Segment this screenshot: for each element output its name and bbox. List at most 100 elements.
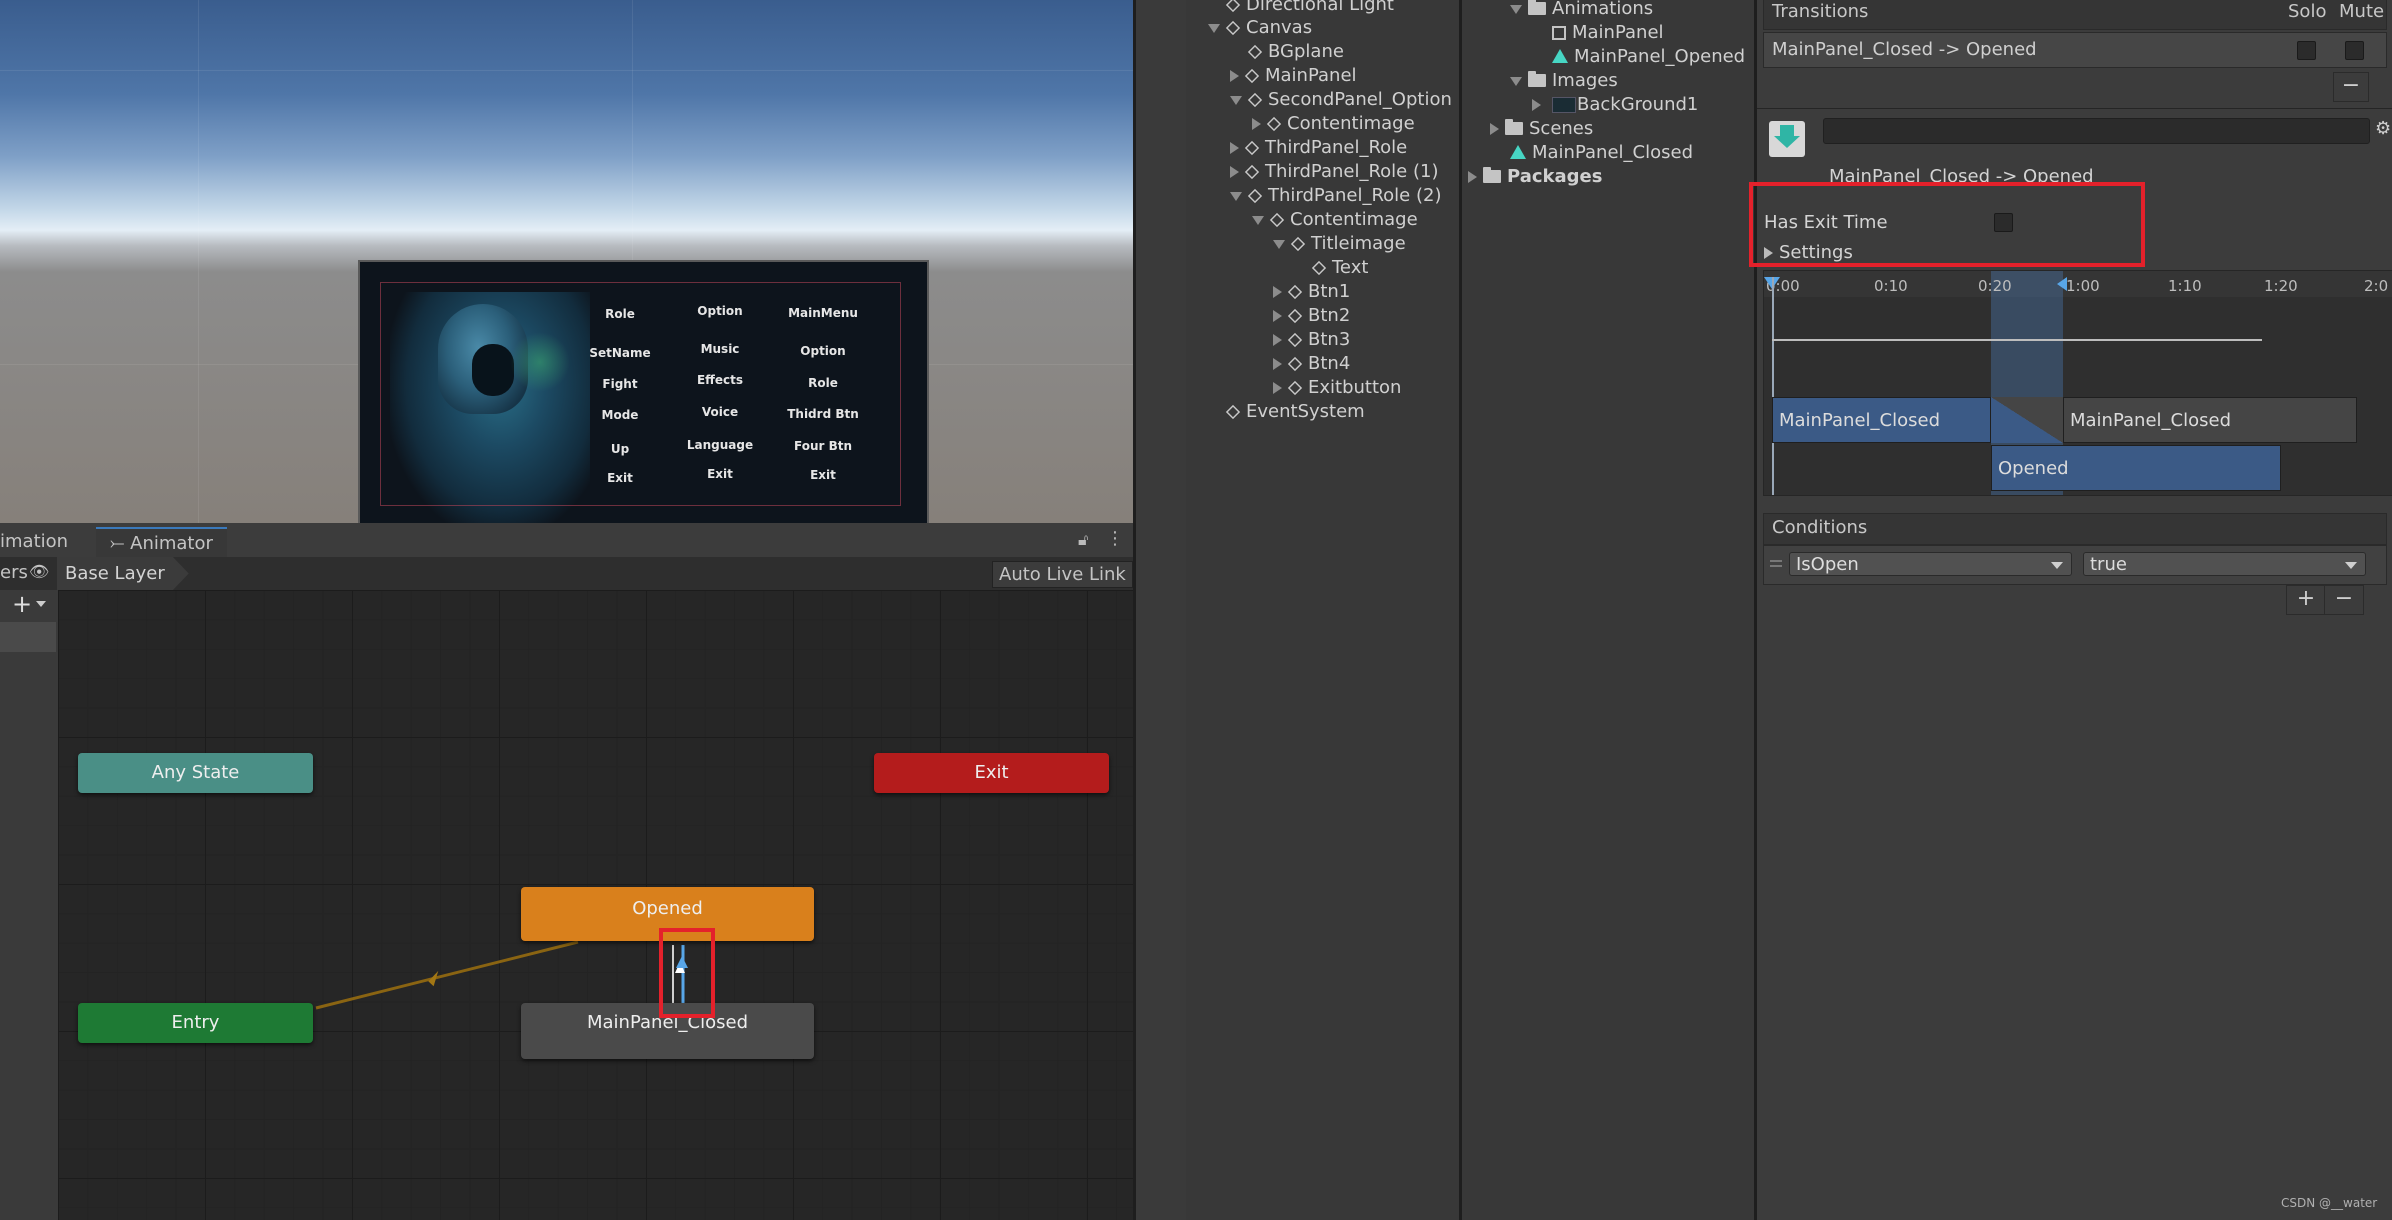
dest-clip-bar[interactable]: Opened (1991, 445, 2281, 491)
folder-icon (1505, 119, 1523, 135)
expand-icon[interactable] (1252, 118, 1261, 130)
source-clip-bar-2[interactable]: MainPanel_Closed (2063, 397, 2357, 443)
expand-icon[interactable] (1468, 171, 1477, 183)
tab-animation[interactable]: imation (0, 527, 82, 557)
condition-row[interactable]: IsOpen true (1763, 545, 2387, 585)
hierarchy-item[interactable]: ThirdPanel_Role (2) (1230, 185, 1441, 207)
expand-icon[interactable] (1273, 358, 1282, 370)
add-layer-button[interactable]: + (12, 590, 32, 618)
hierarchy-item[interactable]: Contentimage (1252, 209, 1418, 231)
project-item[interactable]: Animations (1510, 0, 1653, 20)
expand-icon[interactable] (1230, 166, 1239, 178)
kebab-menu-icon[interactable]: ⋮ (1106, 528, 1124, 549)
playhead-line (1772, 277, 1774, 495)
hierarchy-item[interactable]: Btn1 (1273, 281, 1350, 303)
project-item[interactable]: BackGround1 (1532, 94, 1698, 116)
gameobject-icon (1287, 308, 1303, 324)
scene-view[interactable]: Role SetName Fight Mode Up Exit Option M… (0, 0, 1133, 523)
hierarchy-item[interactable]: BGplane (1247, 41, 1344, 63)
ruler-tick: 0:10 (1874, 277, 1908, 295)
menu-col2-item: Language (686, 438, 754, 452)
separator (1757, 108, 2392, 109)
add-condition-button[interactable]: + (2286, 585, 2326, 615)
auto-live-link-button[interactable]: Auto Live Link (992, 561, 1133, 588)
gameobject-icon (1287, 284, 1303, 300)
transition-row[interactable]: MainPanel_Closed -> Opened (1763, 32, 2387, 68)
expand-icon[interactable] (1490, 123, 1499, 135)
node-any-state[interactable]: Any State (78, 753, 313, 793)
tab-animator[interactable]: ⤚ Animator (96, 527, 227, 559)
expand-icon[interactable] (1273, 334, 1282, 346)
expand-icon[interactable] (1230, 70, 1239, 82)
expand-icon[interactable] (1510, 76, 1522, 86)
inspector-panel: Transitions Solo Mute MainPanel_Closed -… (1749, 0, 2392, 1220)
remove-condition-button[interactable]: − (2324, 585, 2364, 615)
gear-icon[interactable]: ⚙ (2375, 118, 2391, 139)
chevron-down-icon[interactable] (36, 601, 46, 607)
hierarchy-panel: Directional Light Canvas BGplane MainPan… (1186, 0, 1459, 1220)
expand-icon[interactable] (1273, 310, 1282, 322)
expand-icon[interactable] (1532, 99, 1541, 111)
layers-label[interactable]: ers (0, 562, 28, 583)
project-item[interactable]: MainPanel_Closed (1510, 142, 1693, 164)
project-item[interactable]: Scenes (1490, 118, 1593, 140)
hierarchy-item[interactable]: EventSystem (1225, 401, 1365, 423)
hierarchy-item[interactable]: Btn4 (1273, 353, 1350, 375)
expand-icon[interactable] (1273, 286, 1282, 298)
gameobject-icon (1287, 380, 1303, 396)
transition-row-label: MainPanel_Closed -> Opened (1772, 39, 2037, 60)
gameobject-icon (1225, 0, 1241, 13)
hierarchy-item[interactable]: Directional Light (1225, 0, 1394, 16)
breadcrumb-base-layer[interactable]: Base Layer (57, 557, 189, 590)
entry-transition-line (315, 940, 579, 1010)
project-item[interactable]: MainPanel_Opened (1552, 46, 1745, 68)
project-item[interactable]: MainPanel (1552, 22, 1664, 44)
eye-icon[interactable]: 👁︎ (29, 562, 51, 584)
hierarchy-item[interactable]: Contentimage (1252, 113, 1415, 135)
condition-value-dropdown[interactable]: true (2083, 552, 2366, 576)
menu-col2-item: Option (697, 304, 743, 318)
hierarchy-item[interactable]: Text (1311, 257, 1368, 279)
layer-row-selected[interactable] (0, 622, 56, 652)
hierarchy-item[interactable]: Exitbutton (1273, 377, 1401, 399)
expand-icon[interactable] (1208, 23, 1220, 33)
menu-col1-item: Mode (601, 408, 639, 422)
hierarchy-item[interactable]: Btn2 (1273, 305, 1350, 327)
transition-name-field[interactable] (1823, 118, 2370, 144)
mute-checkbox[interactable] (2345, 41, 2364, 60)
hierarchy-item[interactable]: ThirdPanel_Role (1) (1230, 161, 1438, 183)
lock-icon[interactable]: 🔓︎ (1078, 530, 1088, 550)
hierarchy-item[interactable]: MainPanel (1230, 65, 1357, 87)
remove-transition-button[interactable]: − (2333, 72, 2369, 102)
menu-col2-item: Voice (701, 405, 739, 419)
menu-col3-item: Four Btn (793, 439, 853, 453)
project-item[interactable]: Packages (1468, 166, 1602, 188)
node-exit[interactable]: Exit (874, 753, 1109, 793)
condition-parameter-dropdown[interactable]: IsOpen (1789, 552, 2072, 576)
expand-icon[interactable] (1273, 239, 1285, 249)
expand-icon[interactable] (1230, 142, 1239, 154)
ruler-tick: 1:10 (2168, 277, 2202, 295)
source-clip-bar[interactable]: MainPanel_Closed (1772, 397, 1991, 443)
node-entry[interactable]: Entry (78, 1003, 313, 1043)
animator-graph[interactable]: Any State Exit Opened Entry MainPanel_Cl… (58, 590, 1133, 1220)
expand-icon[interactable] (1273, 382, 1282, 394)
hierarchy-item[interactable]: ThirdPanel_Role (1230, 137, 1407, 159)
project-panel: Animations MainPanel MainPanel_Opened Im… (1462, 0, 1754, 1220)
expand-icon[interactable] (1510, 4, 1522, 14)
hierarchy-item[interactable]: Canvas (1208, 17, 1312, 39)
transition-timeline[interactable]: 0:00 0:10 0:20 1:00 1:10 1:20 2:0 MainPa… (1763, 270, 2392, 496)
project-item[interactable]: Images (1510, 70, 1618, 92)
solo-checkbox[interactable] (2297, 41, 2316, 60)
expand-icon[interactable] (1252, 215, 1264, 225)
end-marker-icon[interactable] (2057, 277, 2067, 291)
hierarchy-item[interactable]: SecondPanel_Option (1230, 89, 1452, 111)
hierarchy-gutter (1136, 0, 1186, 1220)
hierarchy-item[interactable]: Btn3 (1273, 329, 1350, 351)
drag-handle-icon[interactable] (1770, 560, 1782, 562)
transitions-header: Transitions Solo Mute (1763, 0, 2387, 30)
expand-icon[interactable] (1230, 191, 1242, 201)
texture-icon (1552, 97, 1576, 113)
expand-icon[interactable] (1230, 95, 1242, 105)
hierarchy-item[interactable]: Titleimage (1273, 233, 1406, 255)
